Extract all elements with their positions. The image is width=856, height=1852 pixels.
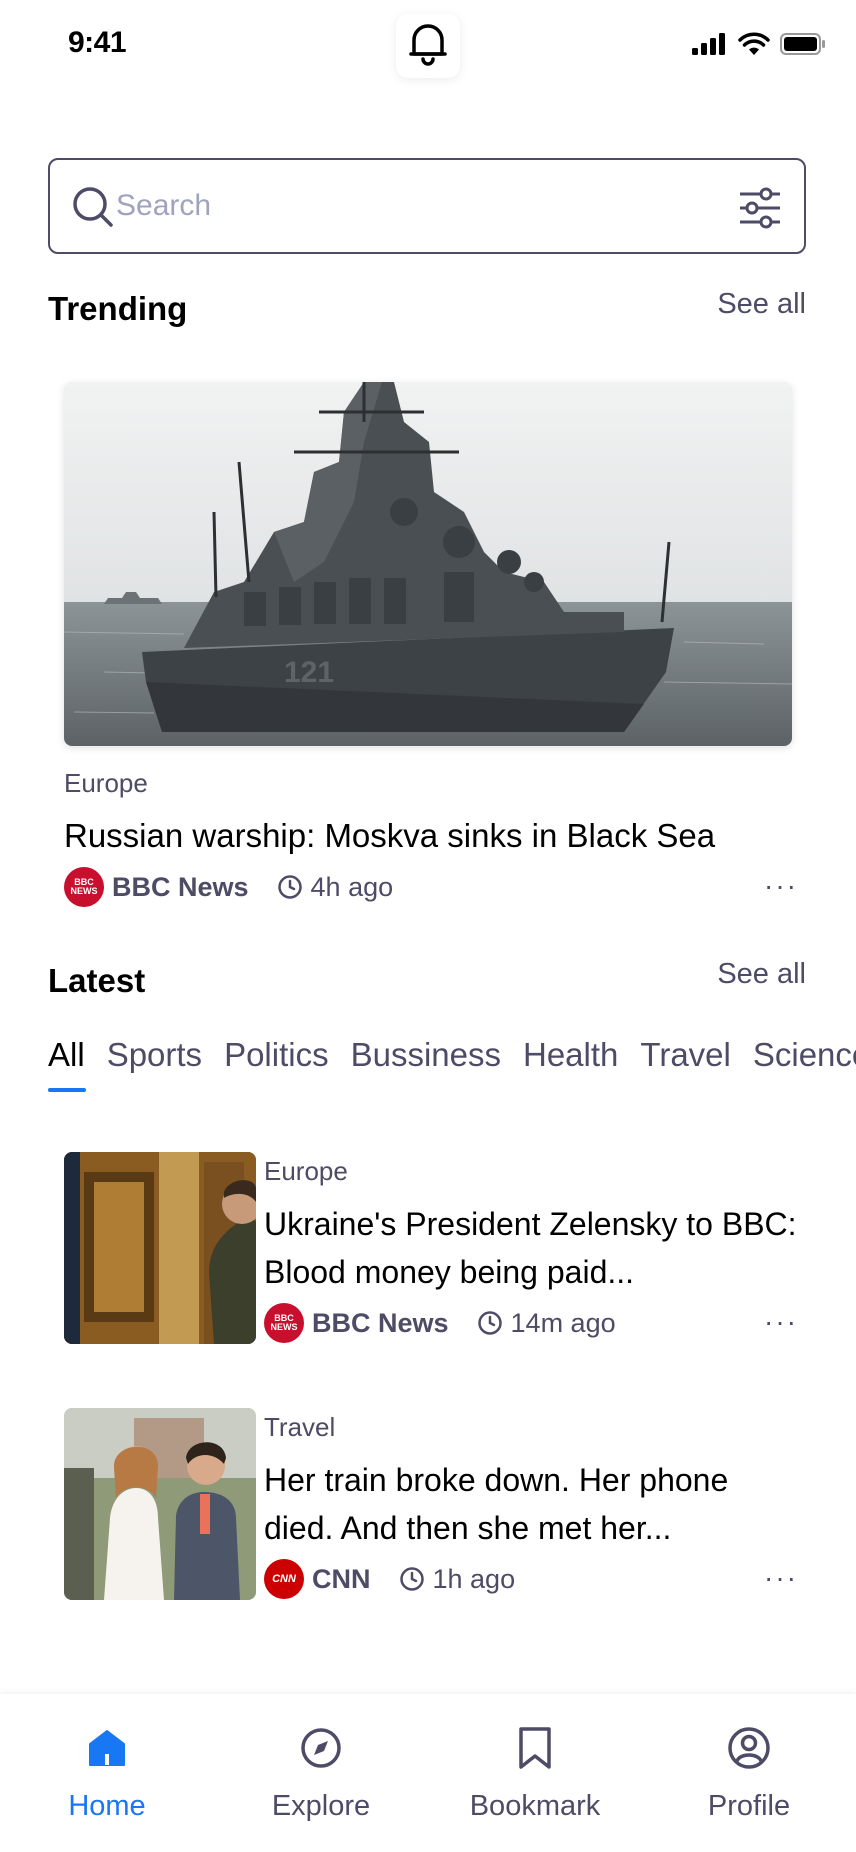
tab-politics[interactable]: Politics [224, 1036, 329, 1092]
svg-text:121: 121 [284, 656, 334, 689]
tab-travel[interactable]: Travel [640, 1036, 730, 1092]
more-options-icon[interactable]: ··· [764, 1308, 798, 1336]
latest-see-all-link[interactable]: See all [717, 958, 806, 991]
cnn-logo: CNN [264, 1559, 304, 1599]
status-time: 9:41 [68, 26, 127, 59]
more-options-icon[interactable]: ··· [764, 872, 798, 900]
trending-article-meta: BBC NEWS BBC News 4h ago [64, 866, 393, 908]
source-logo-text: BBC NEWS [70, 877, 98, 896]
battery-icon [780, 33, 826, 60]
source-name[interactable]: CNN [312, 1564, 371, 1595]
trending-title: Trending [48, 290, 188, 327]
news-meta: CNN CNN 1h ago [264, 1558, 515, 1600]
compass-icon [299, 1726, 343, 1770]
nav-item-profile[interactable]: Profile [642, 1694, 856, 1852]
tab-health[interactable]: Health [523, 1036, 618, 1092]
source-name[interactable]: BBC News [312, 1308, 449, 1339]
bbc-news-logo: BBC NEWS [64, 867, 104, 907]
bbc-news-logo: BBC NEWS [264, 1303, 304, 1343]
trending-article-category: Europe [64, 768, 148, 798]
filter-icon[interactable] [738, 186, 782, 235]
clock-icon [399, 1566, 425, 1592]
bell-icon [408, 22, 448, 71]
nav-item-explore[interactable]: Explore [214, 1694, 428, 1852]
notification-button[interactable] [396, 14, 460, 78]
nav-item-home[interactable]: Home [0, 1694, 214, 1852]
category-tabs: All Sports Politics Bussiness Health Tra… [48, 1036, 856, 1092]
search-box[interactable] [48, 158, 806, 254]
trending-see-all-link[interactable]: See all [717, 288, 806, 321]
tab-all[interactable]: All [48, 1036, 86, 1092]
source-logo-text: CNN [272, 1572, 296, 1585]
wifi-icon [738, 32, 770, 61]
time-ago: 4h ago [310, 871, 394, 902]
trending-article-image[interactable]: 121 [64, 382, 792, 746]
bookmark-icon [513, 1726, 557, 1770]
news-title[interactable]: Her train broke down. Her phone died. An… [264, 1456, 804, 1552]
signal-icon [692, 33, 728, 60]
status-bar: 9:41 [0, 0, 856, 90]
trending-article-title[interactable]: Russian warship: Moskva sinks in Black S… [64, 816, 804, 856]
more-options-icon[interactable]: ··· [764, 1564, 798, 1592]
status-icons [692, 32, 826, 61]
tab-science[interactable]: Science [753, 1036, 856, 1092]
time-ago: 14m ago [510, 1307, 616, 1338]
news-meta: BBC NEWS BBC News 14m ago [264, 1302, 616, 1344]
nav-label: Profile [707, 1790, 791, 1822]
clock-icon [477, 1310, 503, 1336]
nav-item-bookmark[interactable]: Bookmark [428, 1694, 642, 1852]
nav-label: Bookmark [469, 1790, 601, 1822]
time-ago: 1h ago [432, 1563, 516, 1594]
search-icon [72, 186, 114, 233]
profile-icon [727, 1726, 771, 1770]
home-icon [85, 1726, 129, 1770]
tab-bussiness[interactable]: Bussiness [351, 1036, 501, 1092]
bottom-nav: Home Explore Bookmark Profile [0, 1694, 856, 1852]
latest-title: Latest [48, 962, 146, 999]
nav-label: Home [68, 1790, 146, 1822]
news-thumbnail[interactable] [64, 1152, 256, 1344]
news-thumbnail[interactable] [64, 1408, 256, 1600]
search-input[interactable] [116, 182, 696, 230]
news-category: Europe [264, 1156, 348, 1186]
news-title[interactable]: Ukraine's President Zelensky to BBC: Blo… [264, 1200, 804, 1296]
tab-sports[interactable]: Sports [107, 1036, 202, 1092]
news-category: Travel [264, 1412, 336, 1442]
category-tabs-viewport: All Sports Politics Bussiness Health Tra… [0, 1020, 856, 1110]
clock-icon [277, 874, 303, 900]
source-logo-text: BBC NEWS [270, 1313, 298, 1332]
source-name[interactable]: BBC News [112, 872, 249, 903]
nav-label: Explore [271, 1790, 371, 1822]
